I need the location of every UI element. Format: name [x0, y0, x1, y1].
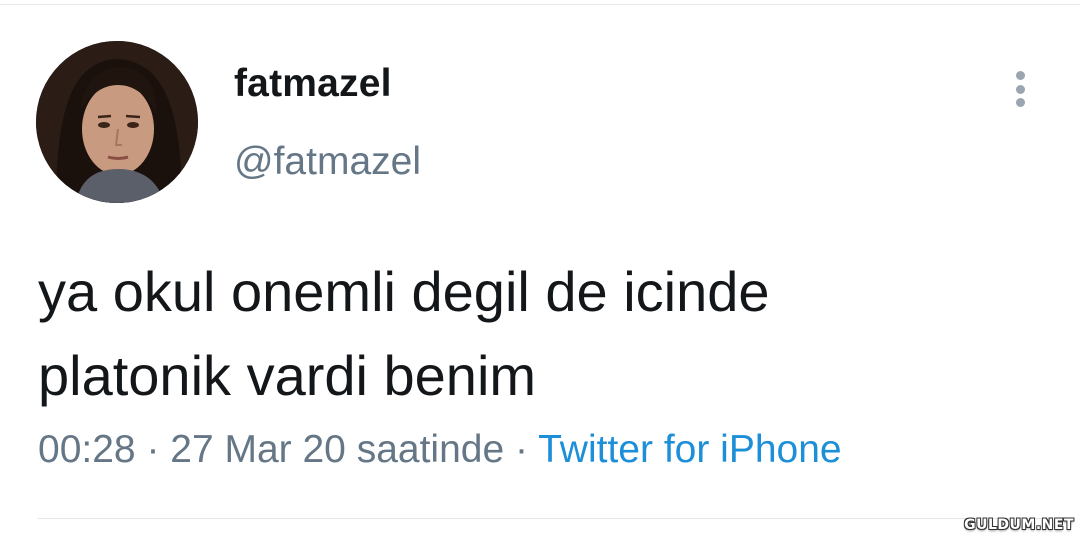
- tweet-text-line: platonik vardi benim: [38, 344, 537, 407]
- bottom-divider: [38, 518, 1042, 519]
- tweet-card: fatmazel @fatmazel ya okul onemli degil …: [0, 0, 1080, 537]
- watermark: GULDUM.NET: [964, 517, 1074, 533]
- tweet-meta: 00:28 · 27 Mar 20 saatinde · Twitter for…: [38, 428, 842, 472]
- display-name[interactable]: fatmazel: [234, 62, 392, 106]
- tweet-text-line: ya okul onemli degil de icinde: [38, 260, 770, 323]
- more-vertical-icon: [1015, 71, 1025, 80]
- user-handle[interactable]: @fatmazel: [234, 140, 421, 184]
- more-options-button[interactable]: [1000, 66, 1040, 112]
- tweet-date[interactable]: 27 Mar 20 saatinde: [170, 428, 504, 471]
- more-vertical-icon-dot: [1015, 98, 1025, 107]
- tweet-time[interactable]: 00:28: [38, 428, 136, 471]
- top-divider: [0, 4, 1080, 5]
- meta-separator: ·: [135, 428, 171, 471]
- more-vertical-icon-dot: [1015, 84, 1025, 94]
- avatar-image: [36, 41, 198, 203]
- tweet-source-link[interactable]: Twitter for iPhone: [538, 428, 841, 471]
- tweet-text: ya okul onemli degil de icinde platonik …: [38, 250, 1038, 418]
- meta-separator: ·: [504, 428, 539, 471]
- avatar[interactable]: [36, 41, 198, 203]
